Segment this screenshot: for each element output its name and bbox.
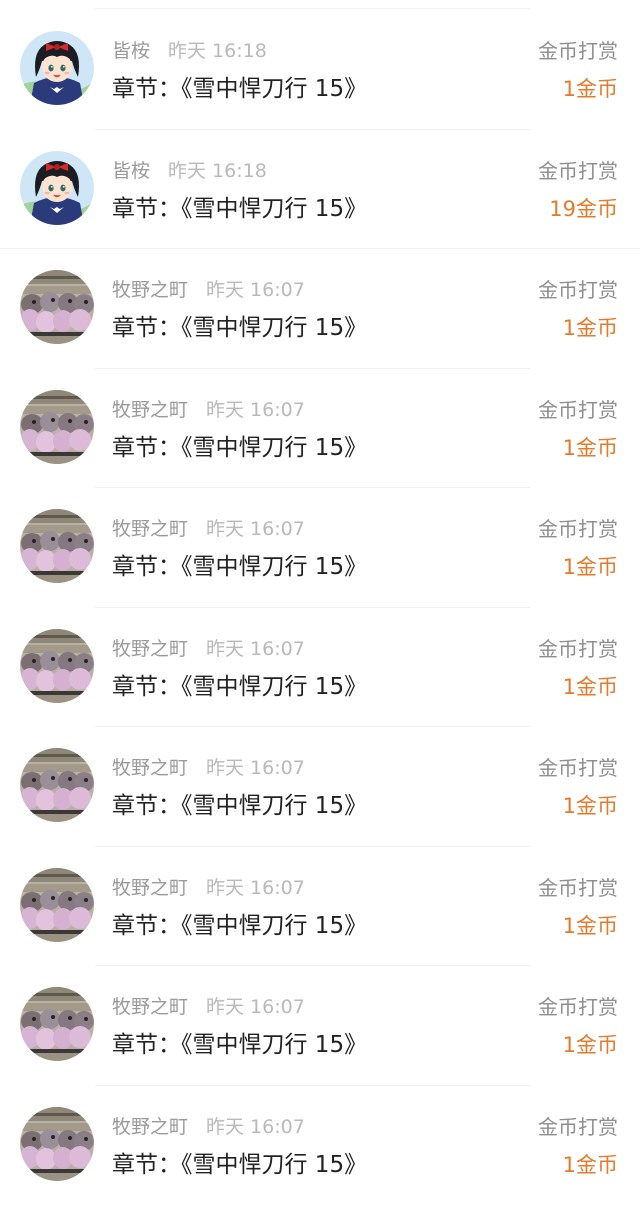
user-avatar[interactable] bbox=[20, 270, 94, 344]
reward-amount: 1金币 bbox=[563, 673, 618, 701]
user-name[interactable]: 牧野之町 bbox=[112, 398, 188, 422]
chapter-label: 章节：《雪中悍刀行 15》 bbox=[112, 74, 367, 104]
record-time: 昨天 16:07 bbox=[206, 637, 305, 661]
record-time: 昨天 16:18 bbox=[168, 159, 267, 183]
reward-record-row[interactable]: 皆桉 昨天 16:18 章节：《雪中悍刀行 15》 金币打赏 1金币 bbox=[0, 10, 640, 130]
reward-type: 金币打赏 bbox=[538, 158, 618, 184]
reward-amount: 1金币 bbox=[563, 912, 618, 940]
top-divider bbox=[95, 8, 530, 9]
reward-record-row[interactable]: 牧野之町 昨天 16:07 章节：《雪中悍刀行 15》 金币打赏 1金币 bbox=[0, 1086, 640, 1205]
record-time: 昨天 16:07 bbox=[206, 517, 305, 541]
user-name[interactable]: 牧野之町 bbox=[112, 278, 188, 302]
reward-amount: 1金币 bbox=[563, 314, 618, 342]
reward-type: 金币打赏 bbox=[538, 875, 618, 901]
user-avatar[interactable] bbox=[20, 987, 94, 1061]
chapter-label: 章节：《雪中悍刀行 15》 bbox=[112, 194, 367, 224]
record-time: 昨天 16:07 bbox=[206, 995, 305, 1019]
user-avatar[interactable] bbox=[20, 1107, 94, 1181]
user-avatar[interactable] bbox=[20, 868, 94, 942]
reward-amount: 1金币 bbox=[563, 792, 618, 820]
record-time: 昨天 16:18 bbox=[168, 39, 267, 63]
reward-type: 金币打赏 bbox=[538, 636, 618, 662]
chapter-label: 章节：《雪中悍刀行 15》 bbox=[112, 1150, 367, 1180]
chapter-label: 章节：《雪中悍刀行 15》 bbox=[112, 672, 367, 702]
user-name[interactable]: 牧野之町 bbox=[112, 876, 188, 900]
reward-record-row[interactable]: 牧野之町 昨天 16:07 章节：《雪中悍刀行 15》 金币打赏 1金币 bbox=[0, 249, 640, 369]
reward-record-row[interactable]: 牧野之町 昨天 16:07 章节：《雪中悍刀行 15》 金币打赏 1金币 bbox=[0, 369, 640, 489]
user-name[interactable]: 皆桉 bbox=[112, 159, 150, 183]
reward-record-row[interactable]: 皆桉 昨天 16:18 章节：《雪中悍刀行 15》 金币打赏 19金币 bbox=[0, 130, 640, 250]
reward-record-row[interactable]: 牧野之町 昨天 16:07 章节：《雪中悍刀行 15》 金币打赏 1金币 bbox=[0, 966, 640, 1086]
user-avatar[interactable] bbox=[20, 509, 94, 583]
chapter-label: 章节：《雪中悍刀行 15》 bbox=[112, 552, 367, 582]
reward-type: 金币打赏 bbox=[538, 1114, 618, 1140]
reward-amount: 1金币 bbox=[563, 1031, 618, 1059]
reward-type: 金币打赏 bbox=[538, 516, 618, 542]
user-name[interactable]: 牧野之町 bbox=[112, 995, 188, 1019]
user-name[interactable]: 牧野之町 bbox=[112, 517, 188, 541]
chapter-label: 章节：《雪中悍刀行 15》 bbox=[112, 911, 367, 941]
reward-type: 金币打赏 bbox=[538, 994, 618, 1020]
user-avatar[interactable] bbox=[20, 151, 94, 225]
user-avatar[interactable] bbox=[20, 31, 94, 105]
chapter-label: 章节：《雪中悍刀行 15》 bbox=[112, 791, 367, 821]
user-name[interactable]: 牧野之町 bbox=[112, 1115, 188, 1139]
reward-record-row[interactable]: 牧野之町 昨天 16:07 章节：《雪中悍刀行 15》 金币打赏 1金币 bbox=[0, 488, 640, 608]
chapter-label: 章节：《雪中悍刀行 15》 bbox=[112, 433, 367, 463]
reward-record-row[interactable]: 牧野之町 昨天 16:07 章节：《雪中悍刀行 15》 金币打赏 1金币 bbox=[0, 608, 640, 728]
reward-type: 金币打赏 bbox=[538, 277, 618, 303]
reward-record-row[interactable]: 牧野之町 昨天 16:07 章节：《雪中悍刀行 15》 金币打赏 1金币 bbox=[0, 727, 640, 847]
record-time: 昨天 16:07 bbox=[206, 398, 305, 422]
reward-type: 金币打赏 bbox=[538, 397, 618, 423]
reward-record-row[interactable]: 牧野之町 昨天 16:07 章节：《雪中悍刀行 15》 金币打赏 1金币 bbox=[0, 847, 640, 967]
record-time: 昨天 16:07 bbox=[206, 876, 305, 900]
user-name[interactable]: 皆桉 bbox=[112, 39, 150, 63]
user-avatar[interactable] bbox=[20, 390, 94, 464]
reward-type: 金币打赏 bbox=[538, 755, 618, 781]
reward-amount: 1金币 bbox=[563, 75, 618, 103]
chapter-label: 章节：《雪中悍刀行 15》 bbox=[112, 313, 367, 343]
reward-amount: 1金币 bbox=[563, 434, 618, 462]
record-time: 昨天 16:07 bbox=[206, 1115, 305, 1139]
record-time: 昨天 16:07 bbox=[206, 756, 305, 780]
reward-amount: 1金币 bbox=[563, 553, 618, 581]
reward-type: 金币打赏 bbox=[538, 38, 618, 64]
user-avatar[interactable] bbox=[20, 748, 94, 822]
record-time: 昨天 16:07 bbox=[206, 278, 305, 302]
user-avatar[interactable] bbox=[20, 629, 94, 703]
reward-amount: 1金币 bbox=[563, 1151, 618, 1179]
user-name[interactable]: 牧野之町 bbox=[112, 637, 188, 661]
reward-amount: 19金币 bbox=[549, 195, 618, 223]
chapter-label: 章节：《雪中悍刀行 15》 bbox=[112, 1030, 367, 1060]
user-name[interactable]: 牧野之町 bbox=[112, 756, 188, 780]
